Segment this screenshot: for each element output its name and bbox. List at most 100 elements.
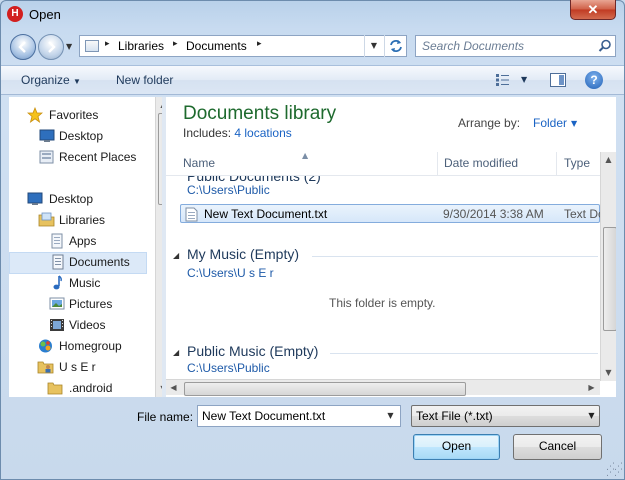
organize-button[interactable]: Organize ▼ [21, 73, 81, 87]
star-icon [27, 107, 43, 123]
view-options-dropdown[interactable]: ▼ [521, 75, 527, 84]
close-button[interactable]: ✕ [570, 0, 616, 20]
table-row[interactable]: New Text Document.txt 9/30/2014 3:38 AM … [180, 204, 600, 223]
search-box[interactable] [415, 35, 616, 57]
library-includes: Includes: 4 locations [183, 126, 292, 140]
file-date-modified: 9/30/2014 3:38 AM [443, 207, 544, 221]
file-name-input[interactable] [202, 409, 372, 423]
search-icon[interactable] [598, 39, 612, 53]
title-bar[interactable]: H Open ✕ [0, 0, 625, 30]
nav-item-homegroup[interactable]: Homegroup [9, 336, 153, 356]
desktop-icon [39, 129, 55, 142]
scroll-down-arrow-icon[interactable]: ▼ [601, 365, 616, 380]
file-list-vertical-scrollbar[interactable]: ▲ ▼ [600, 152, 616, 381]
nav-item-desktop-root[interactable]: Desktop [9, 189, 153, 209]
breadcrumb-separator[interactable]: ▸ [173, 39, 178, 49]
navigation-pane-scrollbar[interactable]: ▲ ▼ [155, 97, 162, 397]
nav-item-pictures[interactable]: Pictures [9, 294, 153, 314]
nav-item-documents[interactable]: Documents [9, 252, 147, 274]
navigation-pane[interactable]: Favorites Desktop Recent Places Desktop … [9, 97, 162, 397]
help-button[interactable]: ? [585, 71, 603, 89]
column-header-date-modified[interactable]: Date modified [444, 156, 518, 170]
file-list-horizontal-scrollbar[interactable]: ◀ ▶ [166, 379, 600, 396]
file-type-value: Text File (*.txt) [416, 409, 493, 423]
group-path: C:\Users\U s E r [187, 266, 274, 280]
libraries-icon [38, 212, 55, 227]
scroll-right-arrow-icon[interactable]: ▶ [584, 380, 599, 395]
column-divider[interactable] [556, 152, 557, 176]
file-type-select[interactable]: Text File (*.txt) ▼ [411, 405, 600, 427]
column-header-type[interactable]: Type [564, 156, 590, 170]
text-document-icon [185, 207, 198, 222]
group-path: C:\Users\Public [187, 183, 270, 197]
column-header-name[interactable]: Name [183, 156, 215, 170]
refresh-button[interactable] [384, 35, 407, 57]
breadcrumb-libraries[interactable]: Libraries [118, 39, 164, 53]
preview-pane-button[interactable] [550, 73, 566, 87]
documents-icon [52, 254, 64, 270]
arrange-by-dropdown[interactable]: Folder [533, 116, 567, 130]
library-folder-icon [85, 40, 99, 52]
group-path: C:\Users\Public [187, 361, 270, 375]
forward-button[interactable] [38, 34, 64, 60]
locations-link[interactable]: 4 locations [234, 126, 291, 140]
collapse-group-icon[interactable]: ◢ [173, 251, 179, 260]
nav-item-recent-places[interactable]: Recent Places [9, 147, 153, 167]
file-type: Text Document [564, 207, 600, 221]
arrow-left-icon [18, 41, 26, 53]
back-button[interactable] [10, 34, 36, 60]
user-folder-icon [37, 361, 54, 374]
chevron-down-icon: ▼ [521, 75, 528, 84]
empty-folder-message: This folder is empty. [329, 296, 436, 310]
group-divider [312, 256, 598, 257]
nav-item-music[interactable]: Music [9, 273, 153, 293]
file-name-combobox[interactable]: ▼ [197, 405, 401, 427]
nav-item-favorites[interactable]: Favorites [9, 105, 153, 125]
breadcrumb-separator[interactable]: ▸ [257, 39, 262, 49]
nav-item-android-folder[interactable]: .android [9, 378, 153, 397]
app-icon: H [7, 6, 23, 22]
search-input[interactable] [422, 39, 592, 53]
nav-item-user[interactable]: U s E r [9, 357, 153, 377]
collapse-group-icon[interactable]: ◢ [173, 348, 179, 357]
group-divider [330, 353, 598, 354]
address-bar[interactable]: ▸ Libraries ▸ Documents ▸ [79, 35, 407, 57]
homegroup-icon [39, 339, 52, 353]
scroll-up-arrow-icon[interactable]: ▲ [601, 152, 616, 167]
cancel-button[interactable]: Cancel [513, 434, 602, 460]
file-list-pane[interactable]: Documents library Includes: 4 locations … [166, 97, 616, 397]
videos-icon [50, 319, 64, 331]
resize-grip-icon[interactable]: ⋰⋰ ⋰⋰ [606, 463, 623, 478]
folder-icon [47, 382, 63, 395]
file-name-dropdown[interactable]: ▼ [381, 406, 400, 426]
breadcrumb-documents[interactable]: Documents [186, 39, 247, 53]
desktop-icon [27, 192, 43, 205]
chevron-down-icon: ▼ [387, 411, 394, 420]
new-folder-button[interactable]: New folder [116, 73, 173, 87]
change-view-icon[interactable] [495, 73, 511, 87]
nav-item-videos[interactable]: Videos [9, 315, 153, 335]
file-name-label: File name: [137, 410, 194, 424]
chevron-down-icon: ▼ [588, 411, 595, 420]
open-button[interactable]: Open [413, 434, 500, 460]
scroll-left-arrow-icon[interactable]: ◀ [166, 380, 181, 395]
pictures-icon [49, 297, 65, 310]
chevron-down-icon[interactable]: ▼ [571, 119, 577, 128]
recent-pages-dropdown[interactable]: ▼ [66, 42, 76, 52]
breadcrumb-separator[interactable]: ▸ [105, 39, 110, 49]
group-header-my-music[interactable]: My Music (Empty) [187, 246, 299, 262]
nav-item-libraries[interactable]: Libraries [9, 210, 153, 230]
address-history-dropdown[interactable]: ▼ [364, 35, 383, 57]
scroll-thumb[interactable] [184, 382, 466, 396]
group-header-public-music[interactable]: Public Music (Empty) [187, 343, 318, 359]
document-library-icon [51, 233, 63, 249]
library-title: Documents library [183, 103, 337, 124]
column-divider[interactable] [437, 152, 438, 176]
column-header-row: ▲ Name Date modified Type [166, 151, 616, 176]
scroll-thumb[interactable] [603, 227, 616, 331]
command-toolbar: Organize ▼ New folder ▼ ? [1, 65, 624, 95]
nav-item-desktop[interactable]: Desktop [9, 126, 153, 146]
window-title: Open [29, 7, 61, 22]
nav-item-apps[interactable]: Apps [9, 231, 153, 251]
preview-pane-icon [559, 75, 564, 85]
